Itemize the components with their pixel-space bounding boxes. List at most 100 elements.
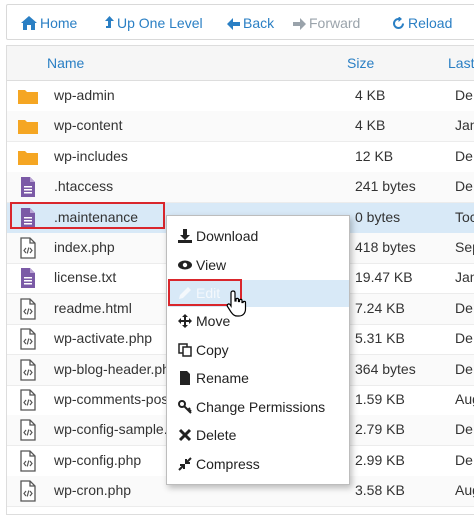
- file-code-icon: [20, 298, 36, 320]
- file-code-icon: [20, 237, 36, 259]
- back-label: Back: [243, 15, 275, 31]
- file-name[interactable]: wp-cron.php: [54, 482, 131, 498]
- menu-item-edit[interactable]: Edit: [168, 280, 349, 307]
- file-size: 5.31 KB: [355, 330, 405, 347]
- toolbar: Home Up One Level Back Forward Reload: [6, 4, 474, 40]
- file-name[interactable]: wp-blog-header.php: [54, 361, 178, 377]
- up-one-level-label: Up One Level: [117, 15, 203, 31]
- file-size: 364 bytes: [355, 360, 416, 377]
- file-size: 7.24 KB: [355, 299, 405, 316]
- hand-pointer-icon: [226, 290, 247, 317]
- menu-item-delete[interactable]: Delete: [168, 422, 349, 449]
- download-icon: [178, 229, 192, 243]
- menu-item-view[interactable]: View: [168, 252, 349, 279]
- menu-item-change-permissions-label: Change Permissions: [196, 399, 326, 415]
- reload-button[interactable]: Reload: [392, 13, 452, 33]
- file-last-modified: Jan: [455, 269, 474, 286]
- arrow-right-icon: [293, 18, 306, 30]
- folder-icon: [18, 120, 38, 135]
- file-last-modified: Jan: [455, 117, 474, 134]
- file-size: 0 bytes: [355, 208, 401, 225]
- folder-icon: [18, 90, 38, 104]
- file-code-icon: [20, 450, 36, 472]
- column-size[interactable]: Size: [347, 55, 374, 71]
- file-last-modified: De: [455, 299, 473, 316]
- file-size: 4 KB: [355, 117, 386, 134]
- eye-icon: [178, 260, 192, 270]
- menu-item-download[interactable]: Download: [168, 223, 349, 250]
- back-button[interactable]: Back: [227, 13, 274, 33]
- file-size: 19.47 KB: [355, 269, 413, 286]
- file-name[interactable]: license.txt: [54, 269, 116, 285]
- menu-item-compress-label: Compress: [196, 456, 260, 472]
- menu-item-copy-label: Copy: [196, 342, 229, 358]
- file-size: 2.79 KB: [355, 421, 405, 438]
- table-header: Name Size Last: [7, 46, 474, 81]
- file-code-icon: [20, 480, 36, 502]
- forward-button[interactable]: Forward: [293, 13, 360, 33]
- menu-item-edit-label: Edit: [196, 285, 221, 301]
- home-button[interactable]: Home: [21, 13, 77, 33]
- reload-icon: [393, 16, 404, 29]
- table-row[interactable]: .htaccess 241 bytes De: [7, 172, 474, 204]
- file-size: 4 KB: [355, 87, 386, 103]
- menu-item-rename-label: Rename: [196, 370, 249, 386]
- file-name[interactable]: wp-includes: [54, 148, 128, 164]
- file-size: 241 bytes: [355, 178, 416, 195]
- home-label: Home: [40, 15, 78, 31]
- file-code-icon: [20, 419, 36, 442]
- file-last-modified: De: [455, 87, 473, 103]
- menu-item-compress[interactable]: Compress: [168, 451, 349, 478]
- arrow-left-icon: [227, 18, 240, 30]
- file-size: 2.99 KB: [355, 451, 405, 468]
- file-icon: [180, 371, 190, 385]
- file-text-icon: [21, 268, 35, 289]
- table-row[interactable]: wp-includes 12 KB De: [7, 142, 474, 173]
- menu-item-download-label: Download: [196, 228, 259, 244]
- table-row[interactable]: wp-admin 4 KB De: [7, 81, 474, 112]
- file-last-modified: Aug: [455, 482, 474, 499]
- move-icon: [178, 314, 192, 328]
- file-name[interactable]: index.php: [54, 239, 115, 255]
- file-text-icon: [21, 207, 35, 228]
- file-last-modified: De: [455, 147, 473, 164]
- menu-item-move[interactable]: Move: [168, 308, 349, 335]
- file-name[interactable]: .maintenance: [54, 209, 138, 225]
- file-name[interactable]: wp-content: [54, 117, 122, 133]
- folder-icon: [18, 150, 38, 165]
- file-size: 418 bytes: [355, 239, 416, 255]
- file-name[interactable]: .htaccess: [54, 178, 113, 194]
- file-code-icon: [20, 358, 36, 381]
- column-name[interactable]: Name: [47, 55, 84, 71]
- file-size: 12 KB: [355, 147, 394, 164]
- copy-icon: [178, 343, 192, 357]
- file-name[interactable]: readme.html: [54, 300, 132, 316]
- file-name[interactable]: wp-activate.php: [54, 330, 152, 346]
- context-menu: Download View Edit Move Copy Rename Chan…: [166, 215, 350, 485]
- file-last-modified: De: [455, 451, 473, 468]
- file-last-modified: De: [455, 360, 473, 377]
- file-last-modified: Toc: [455, 208, 474, 225]
- file-last-modified: De: [455, 421, 473, 438]
- compress-icon: [178, 457, 192, 471]
- table-row[interactable]: wp-content 4 KB Jan: [7, 111, 474, 143]
- file-code-icon: [20, 328, 36, 350]
- file-name[interactable]: wp-config.php: [54, 452, 141, 468]
- forward-label: Forward: [309, 15, 361, 31]
- menu-item-copy[interactable]: Copy: [168, 337, 349, 364]
- up-one-level-button[interactable]: Up One Level: [105, 13, 203, 33]
- file-size: 3.58 KB: [355, 482, 405, 499]
- pencil-icon: [179, 287, 191, 299]
- menu-item-view-label: View: [196, 257, 227, 273]
- file-last-modified: Aug: [455, 391, 474, 407]
- column-last-modified[interactable]: Last: [448, 55, 474, 71]
- home-icon: [21, 16, 37, 30]
- menu-item-change-permissions[interactable]: Change Permissions: [168, 394, 349, 421]
- file-last-modified: Sep: [455, 239, 474, 255]
- file-code-icon: [20, 389, 36, 411]
- file-size: 1.59 KB: [355, 391, 405, 407]
- menu-item-rename[interactable]: Rename: [168, 365, 349, 392]
- menu-item-delete-label: Delete: [196, 427, 237, 443]
- key-icon: [178, 400, 192, 414]
- file-name[interactable]: wp-admin: [54, 87, 115, 103]
